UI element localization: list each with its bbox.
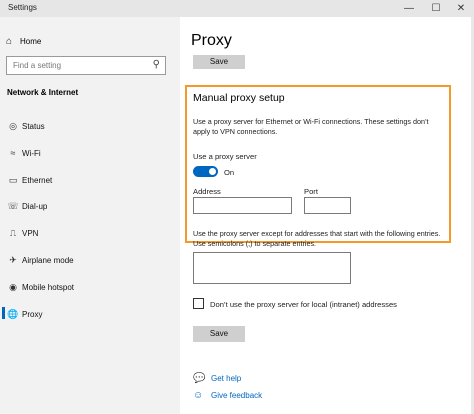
address-label: Address [193, 187, 221, 196]
sidebar-item-label: Status [22, 121, 45, 131]
search-icon[interactable]: ⚲ [153, 59, 160, 70]
port-field[interactable] [304, 197, 351, 214]
page-title: Proxy [191, 32, 232, 49]
bottom-save-button[interactable]: Save [193, 326, 245, 342]
feedback-icon: ☺ [193, 390, 204, 401]
top-save-button[interactable]: Save [193, 55, 245, 69]
window-title: Settings [8, 3, 37, 12]
vpn-icon: ⎍ [9, 227, 17, 238]
airplane-icon: ✈ [9, 254, 17, 265]
sidebar-item-label: Dial-up [22, 201, 48, 211]
wifi-icon: ≈ [10, 148, 16, 158]
give-feedback-link[interactable]: ☺ Give feedback [193, 390, 262, 401]
address-field[interactable] [193, 197, 292, 214]
local-addresses-label: Don’t use the proxy server for local (in… [210, 300, 397, 309]
sidebar-item-status[interactable]: ◎ Status [4, 119, 45, 133]
toggle-knob [209, 168, 216, 175]
get-help-link[interactable]: 💬 Get help [193, 373, 241, 384]
use-proxy-toggle[interactable] [193, 166, 218, 177]
sidebar-item-label: Mobile hotspot [22, 282, 75, 292]
home-label: Home [20, 36, 42, 46]
sidebar-item-wifi[interactable]: ≈ Wi-Fi [4, 146, 41, 160]
maximize-icon[interactable]: ☐ [427, 2, 445, 15]
title-bar: Settings — ☐ ✕ [0, 0, 474, 17]
search-placeholder: Find a setting [13, 61, 62, 70]
give-feedback-label: Give feedback [211, 391, 263, 400]
minimize-icon[interactable]: — [400, 2, 418, 15]
sidebar-item-proxy[interactable]: 🌐 Proxy [4, 307, 42, 321]
toggle-state-label: On [224, 168, 235, 177]
main-content: Proxy Save Manual proxy setup Use a prox… [180, 17, 474, 414]
section-title: Network & Internet [7, 88, 79, 97]
sidebar-item-label: Wi-Fi [22, 148, 41, 158]
ethernet-icon: ▭ [8, 174, 18, 185]
sidebar-item-dialup[interactable]: ☏ Dial-up [4, 199, 47, 213]
port-label: Port [304, 187, 318, 196]
highlight-box [185, 85, 451, 243]
exceptions-field[interactable] [193, 252, 351, 284]
home-nav[interactable]: ⌂ Home [6, 33, 41, 49]
close-icon[interactable]: ✕ [452, 2, 470, 15]
hotspot-icon: ◉ [9, 281, 17, 292]
sidebar-item-ethernet[interactable]: ▭ Ethernet [4, 173, 53, 187]
help-icon: 💬 [193, 373, 206, 384]
sidebar-item-label: Airplane mode [22, 255, 74, 265]
sidebar-item-airplane[interactable]: ✈ Airplane mode [4, 253, 74, 267]
sidebar-item-vpn[interactable]: ⎍ VPN [4, 226, 39, 240]
local-addresses-checkbox[interactable] [193, 298, 204, 309]
sidebar-item-label: Ethernet [22, 175, 53, 185]
exceptions-description: Use the proxy server except for addresse… [193, 229, 441, 248]
sidebar: ⌂ Home Find a setting ⚲ Network & Intern… [0, 17, 180, 414]
manual-proxy-description: Use a proxy server for Ethernet or Wi-Fi… [193, 117, 429, 136]
home-icon: ⌂ [6, 35, 13, 47]
phone-icon: ☏ [7, 200, 19, 211]
search-input[interactable]: Find a setting ⚲ [6, 56, 166, 75]
sidebar-item-label: Proxy [22, 309, 43, 319]
sidebar-item-label: VPN [22, 228, 39, 238]
get-help-label: Get help [211, 374, 242, 383]
globe-icon: ◎ [9, 120, 17, 131]
manual-proxy-heading: Manual proxy setup [193, 92, 285, 104]
globe-icon: 🌐 [7, 308, 19, 319]
use-proxy-label: Use a proxy server [193, 152, 257, 161]
sidebar-item-hotspot[interactable]: ◉ Mobile hotspot [4, 280, 74, 294]
